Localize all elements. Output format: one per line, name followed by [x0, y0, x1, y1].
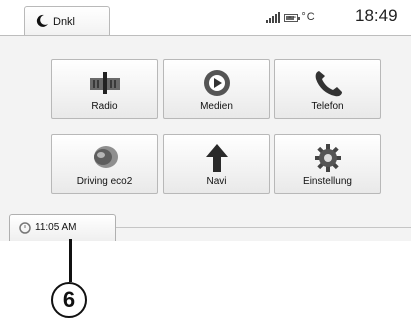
tile-radio[interactable]: Radio: [51, 59, 158, 119]
status-clock: 18:49: [355, 6, 398, 25]
tile-telefon-label: Telefon: [311, 101, 344, 112]
tile-medien-label: Medien: [200, 101, 233, 112]
tile-telefon[interactable]: Telefon: [274, 59, 381, 119]
callout-line: [69, 239, 72, 282]
profile-tab[interactable]: Dnkl: [24, 6, 110, 37]
radio-icon: [89, 72, 120, 94]
media-play-icon: [203, 70, 230, 96]
tile-driving-eco2[interactable]: Driving eco2: [51, 134, 158, 194]
tile-einstellung[interactable]: Einstellung: [274, 134, 381, 194]
bottom-divider: [116, 227, 411, 241]
temperature-readout: -- °C: [288, 11, 316, 23]
gear-icon: [314, 144, 341, 172]
tile-einstellung-label: Einstellung: [303, 176, 352, 187]
clock-widget[interactable]: 11:05 AM: [9, 214, 116, 241]
leaf-eco-icon: [93, 146, 118, 168]
clock-icon: [19, 222, 31, 234]
profile-tab-label: Dnkl: [53, 16, 76, 28]
moon-icon: [36, 14, 48, 27]
tile-navi-label: Navi: [206, 176, 227, 187]
tile-medien[interactable]: Medien: [163, 59, 270, 119]
tile-radio-label: Radio: [91, 101, 118, 112]
callout-number-badge: 6: [51, 282, 87, 318]
callout-number: 6: [62, 287, 76, 312]
phone-icon: [315, 71, 342, 97]
tile-navi[interactable]: Navi: [163, 134, 270, 194]
signal-strength-icon: [266, 12, 280, 23]
tile-driving-eco2-label: Driving eco2: [76, 176, 133, 187]
clock-widget-time: 11:05 AM: [35, 222, 77, 233]
navigation-arrow-icon: [205, 144, 228, 172]
